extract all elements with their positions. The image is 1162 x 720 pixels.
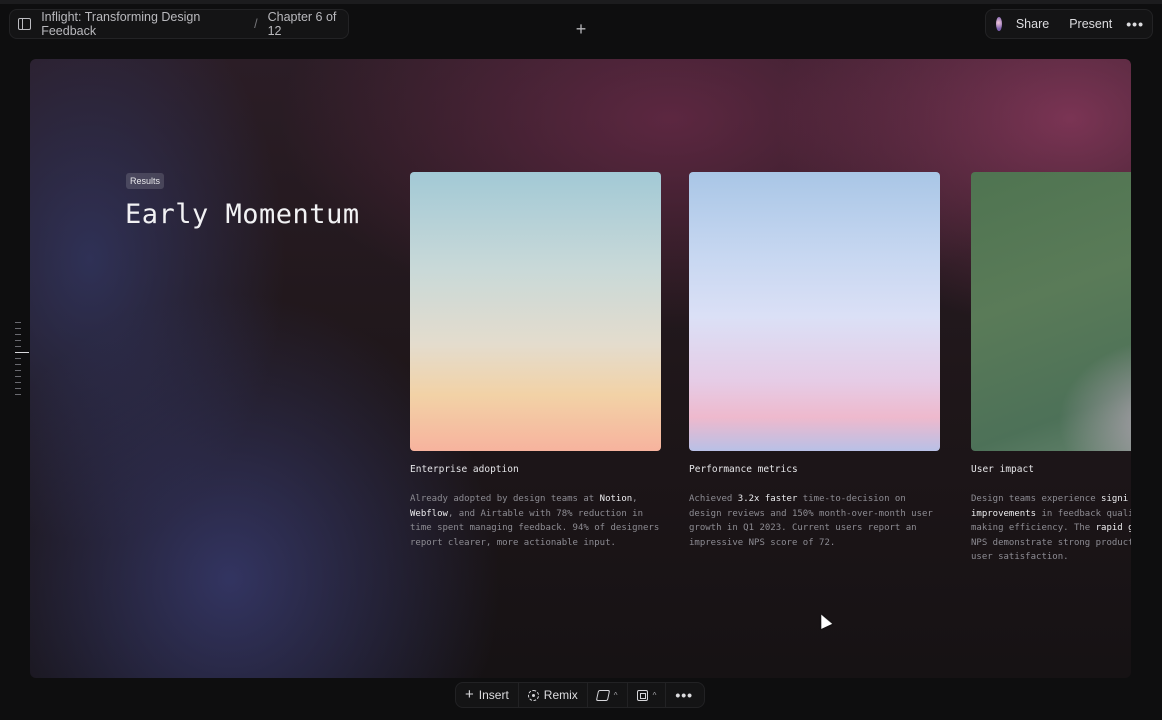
scrubber-tick[interactable] xyxy=(15,364,21,365)
present-button[interactable]: Present xyxy=(1069,17,1112,31)
slide-canvas[interactable]: Results Early Momentum Enterprise adopti… xyxy=(30,59,1131,678)
body-text: design reviews and 150% month-over-month… xyxy=(689,508,933,519)
more-options-icon: ••• xyxy=(675,687,694,703)
body-text: impressive NPS score of 72. xyxy=(689,537,836,548)
scrubber-tick[interactable] xyxy=(15,376,21,377)
highlight-text: Notion xyxy=(599,494,633,504)
sidebar-toggle-icon[interactable] xyxy=(18,18,32,30)
card-image xyxy=(410,172,661,451)
card-image xyxy=(971,172,1131,451)
card-enterprise-adoption[interactable]: Enterprise adoption Already adopted by d… xyxy=(410,172,661,550)
body-text: time spent managing feedback. 94% of des… xyxy=(410,523,660,534)
scrubber-tick[interactable] xyxy=(15,394,21,395)
scrubber-tick[interactable] xyxy=(15,328,21,329)
remix-label: Remix xyxy=(543,688,578,702)
scrubber-tick[interactable] xyxy=(15,388,21,389)
card-title: Enterprise adoption xyxy=(410,464,519,475)
description-line: design reviews and 150% month-over-month… xyxy=(689,507,940,522)
breadcrumb-document[interactable]: Inflight: Transforming Design Feedback xyxy=(41,10,244,38)
description-line: NPS demonstrate strong product xyxy=(971,536,1131,551)
header-actions: Share Present ••• xyxy=(985,9,1153,39)
card-description: Design teams experience signi improvement… xyxy=(971,492,1131,565)
description-line: Design teams experience signi xyxy=(971,492,1131,507)
highlight-text: rapid g xyxy=(1095,523,1131,534)
layout-icon xyxy=(636,689,648,701)
highlight-text: improvements xyxy=(971,508,1037,519)
body-text: making efficiency. The xyxy=(971,523,1096,534)
scrubber-tick[interactable] xyxy=(15,322,21,323)
share-button[interactable]: Share xyxy=(1016,17,1049,31)
chevron-up-icon: ^ xyxy=(613,690,618,700)
card-user-impact[interactable]: User impact Design teams experience sign… xyxy=(971,172,1131,565)
card-performance-metrics[interactable]: Performance metrics Achieved 3.2x faster… xyxy=(689,172,940,550)
body-text: Design teams experience xyxy=(971,494,1102,504)
body-text: time-to-decision on xyxy=(797,494,906,504)
chevron-up-icon: ^ xyxy=(652,690,657,700)
breadcrumb: Inflight: Transforming Design Feedback /… xyxy=(9,9,349,39)
scrubber-tick[interactable] xyxy=(15,358,21,359)
insert-label: Insert xyxy=(478,688,509,702)
slide-title: Early Momentum xyxy=(125,199,360,230)
body-text: , and Airtable with 78% reduction in xyxy=(447,508,644,519)
add-page-button[interactable]: + xyxy=(572,20,590,38)
avatar[interactable] xyxy=(996,17,1002,31)
description-line: time spent managing feedback. 94% of des… xyxy=(410,521,661,536)
body-text: in feedback quali xyxy=(1036,508,1131,519)
theme-icon xyxy=(595,689,610,701)
description-line: improvements in feedback quali xyxy=(971,507,1131,522)
scrubber-tick[interactable] xyxy=(15,346,21,347)
remix-icon xyxy=(527,689,539,701)
body-text: Achieved xyxy=(689,494,738,504)
card-description: Already adopted by design teams at Notio… xyxy=(410,492,661,550)
scrubber-tick[interactable] xyxy=(15,340,21,341)
scrubber-tick[interactable] xyxy=(15,382,21,383)
insert-button[interactable]: + Insert xyxy=(456,683,518,707)
bottom-toolbar: + Insert Remix ^ ^ ••• xyxy=(455,682,705,708)
description-line: making efficiency. The rapid g xyxy=(971,521,1131,536)
remix-button[interactable]: Remix xyxy=(517,683,587,707)
scrubber-tick-active[interactable] xyxy=(15,352,29,353)
description-line: user satisfaction. xyxy=(971,550,1131,565)
highlight-text: signi xyxy=(1101,494,1129,504)
more-options-icon[interactable]: ••• xyxy=(1126,17,1144,31)
highlight-text: 3.2x faster xyxy=(737,494,798,504)
body-text: report clearer, more actionable input. xyxy=(410,537,616,548)
body-text: Already adopted by design teams at xyxy=(410,494,600,504)
chapter-scrubber[interactable] xyxy=(15,322,29,402)
description-line: growth in Q1 2023. Current users report … xyxy=(689,521,940,536)
description-line: Achieved 3.2x faster time-to-decision on xyxy=(689,492,940,507)
scrubber-tick[interactable] xyxy=(15,370,21,371)
body-text: user satisfaction. xyxy=(971,552,1069,563)
section-tag: Results xyxy=(126,173,165,189)
description-line: Webflow, and Airtable with 78% reduction… xyxy=(410,507,661,522)
card-title: User impact xyxy=(971,464,1034,475)
card-image xyxy=(689,172,940,451)
body-text: NPS demonstrate strong product xyxy=(971,537,1131,548)
description-line: Already adopted by design teams at Notio… xyxy=(410,492,661,507)
theme-button[interactable]: ^ xyxy=(586,683,627,707)
window-top-edge xyxy=(0,0,1162,4)
breadcrumb-chapter[interactable]: Chapter 6 of 12 xyxy=(268,10,348,38)
scrubber-tick[interactable] xyxy=(15,334,21,335)
card-description: Achieved 3.2x faster time-to-decision on… xyxy=(689,492,940,550)
breadcrumb-separator: / xyxy=(254,17,258,31)
description-line: report clearer, more actionable input. xyxy=(410,536,661,551)
card-title: Performance metrics xyxy=(689,464,798,475)
layout-button[interactable]: ^ xyxy=(626,683,666,707)
body-text: , xyxy=(632,494,638,504)
highlight-text: Webflow xyxy=(410,508,448,519)
plus-icon: + xyxy=(465,686,474,703)
body-text: growth in Q1 2023. Current users report … xyxy=(689,523,917,534)
toolbar-more-button[interactable]: ••• xyxy=(665,683,702,707)
description-line: impressive NPS score of 72. xyxy=(689,536,940,551)
